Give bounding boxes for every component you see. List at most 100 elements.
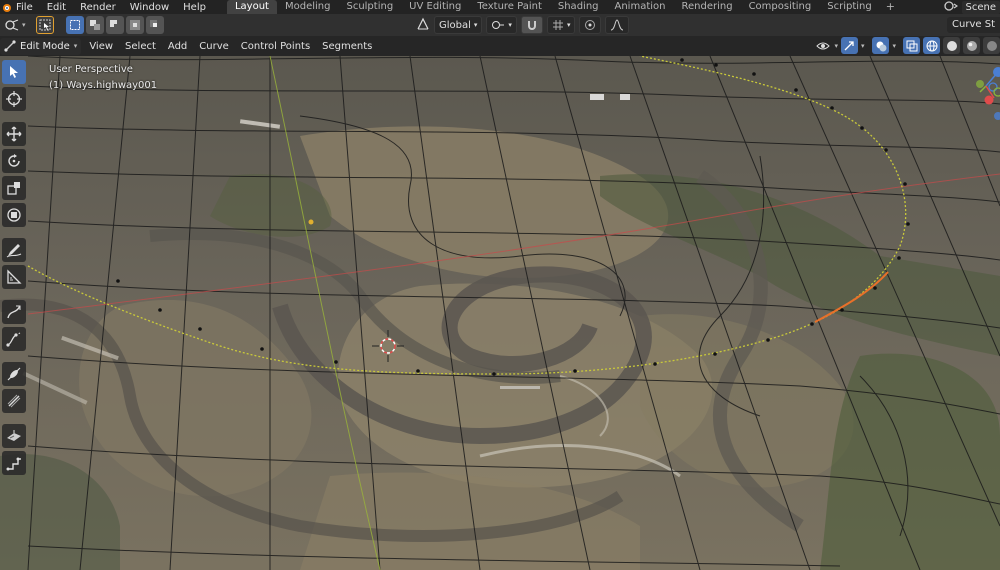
3d-viewport[interactable]: User Perspective (1) Ways.highway001	[0, 56, 1000, 570]
menu-segments[interactable]: Segments	[316, 41, 378, 52]
scale-tool[interactable]	[2, 176, 26, 200]
cursor-icon	[10, 66, 18, 78]
select-mode-intersect-button[interactable]	[145, 16, 164, 34]
gizmo-neg-z-axis-icon	[988, 82, 998, 92]
menu-add[interactable]: Add	[162, 41, 193, 52]
chevron-down-icon: ▾	[473, 21, 478, 29]
viewport-header: Edit Mode ▾ View Select Add Curve Contro…	[0, 36, 1000, 56]
snap-toggle[interactable]	[520, 16, 543, 34]
gizmo-toggle-button[interactable]	[840, 37, 858, 54]
select-mode-extend-button[interactable]	[85, 16, 104, 34]
xray-toggle-button[interactable]	[903, 37, 920, 54]
eye-icon	[816, 42, 830, 49]
curve-origin-point	[308, 219, 314, 225]
pivot-icon	[492, 21, 505, 29]
cursor-tool[interactable]	[2, 87, 26, 111]
navigation-gizmo[interactable]	[960, 56, 1000, 146]
perspective-label: User Perspective	[49, 64, 133, 75]
scene-selector[interactable]: Scene	[961, 0, 1000, 14]
tab-scripting[interactable]: Scripting	[819, 0, 879, 14]
chevron-down-icon: ▾	[508, 21, 512, 29]
crosshair-icon	[6, 91, 22, 107]
wireframe-sphere-icon	[926, 40, 937, 51]
tab-sculpting[interactable]: Sculpting	[338, 0, 401, 14]
menu-edit[interactable]: Edit	[40, 2, 73, 13]
material-sphere-icon	[966, 40, 977, 51]
select-box-tool[interactable]	[2, 60, 26, 84]
select-mode-new-button[interactable]	[65, 16, 84, 34]
chevron-down-icon[interactable]: ▾	[861, 42, 865, 50]
extrude-tool[interactable]	[2, 327, 26, 351]
pencil-icon	[6, 244, 22, 258]
select-mode-invert-button[interactable]	[125, 16, 144, 34]
menu-curve[interactable]: Curve	[193, 41, 235, 52]
menu-control-points[interactable]: Control Points	[235, 41, 316, 52]
transform-orientation-group: Global ▾ ▾ ▾	[416, 16, 630, 34]
move-tool[interactable]	[2, 122, 26, 146]
proportional-edit-icon	[585, 20, 596, 30]
gizmo-neg-x-axis-icon	[994, 112, 1000, 120]
snap-element-dropdown[interactable]: ▾	[546, 16, 576, 34]
tab-uv-editing[interactable]: UV Editing	[401, 0, 469, 14]
shear-icon	[6, 457, 21, 471]
menu-view[interactable]: View	[83, 41, 119, 52]
transform-icon	[7, 208, 21, 222]
measure-tool[interactable]	[2, 265, 26, 289]
tab-shading[interactable]: Shading	[550, 0, 607, 14]
editor-type-icon[interactable]: ▾	[4, 18, 26, 32]
tab-animation[interactable]: Animation	[607, 0, 674, 14]
orientation-value: Global	[439, 19, 471, 31]
radius-tool[interactable]	[2, 362, 26, 386]
proportional-falloff-dropdown[interactable]	[605, 16, 630, 34]
menu-window[interactable]: Window	[123, 2, 176, 13]
blender-logo-icon[interactable]	[0, 0, 14, 14]
chevron-down-icon[interactable]: ▾	[834, 42, 838, 50]
menu-render[interactable]: Render	[73, 2, 123, 13]
menu-help[interactable]: Help	[176, 2, 213, 13]
rotate-icon	[8, 154, 20, 167]
proportional-edit-toggle[interactable]	[579, 16, 602, 34]
top-bar: File Edit Render Window Help Layout Mode…	[0, 0, 1000, 14]
shading-wireframe-button[interactable]	[923, 37, 940, 54]
annotate-tool[interactable]	[2, 238, 26, 262]
tab-modeling[interactable]: Modeling	[277, 0, 339, 14]
pivot-point-dropdown[interactable]: ▾	[486, 16, 517, 34]
menu-select[interactable]: Select	[119, 41, 162, 52]
shading-rendered-button[interactable]	[983, 37, 1000, 54]
shading-material-button[interactable]	[963, 37, 980, 54]
orientation-icon	[416, 17, 430, 34]
overlays-icon	[876, 41, 887, 51]
tab-compositing[interactable]: Compositing	[741, 0, 820, 14]
tab-layout[interactable]: Layout	[226, 0, 277, 14]
select-mode-subtract-button[interactable]	[105, 16, 124, 34]
visibility-selectability-button[interactable]	[814, 37, 831, 54]
tilt-tool[interactable]	[2, 389, 26, 413]
add-workspace-button[interactable]: +	[880, 0, 901, 14]
shear-tool[interactable]	[2, 451, 26, 475]
move-icon	[6, 126, 22, 142]
draw-tool[interactable]	[2, 300, 26, 324]
curve-stroke-panel-tab[interactable]: Curve St	[947, 17, 1000, 33]
tool-settings-header: ▾ Global ▾ ▾ ▾ Curve St	[0, 14, 1000, 36]
overlays-toggle-button[interactable]	[872, 37, 890, 54]
toolbar	[0, 60, 28, 475]
draw-curve-icon	[7, 305, 21, 319]
chevron-down-icon[interactable]: ▾	[892, 42, 896, 50]
active-object-label: (1) Ways.highway001	[49, 80, 158, 91]
tab-texture-paint[interactable]: Texture Paint	[469, 0, 550, 14]
mode-dropdown[interactable]: Edit Mode ▾	[0, 37, 82, 55]
menu-file[interactable]: File	[14, 2, 40, 13]
rotate-tool[interactable]	[2, 149, 26, 173]
chevron-down-icon: ▾	[566, 21, 571, 29]
tilt-icon	[7, 394, 21, 408]
scene-icon[interactable]	[943, 0, 958, 15]
gizmo-x-axis-icon	[984, 95, 994, 105]
tab-rendering[interactable]: Rendering	[673, 0, 740, 14]
viewport-scene	[0, 56, 1000, 570]
extrude-icon	[6, 332, 21, 347]
randomize-tool[interactable]	[2, 424, 26, 448]
shading-solid-button[interactable]	[943, 37, 960, 54]
transform-tool[interactable]	[2, 203, 26, 227]
orientation-dropdown[interactable]: Global ▾	[434, 16, 483, 34]
active-tool-button[interactable]	[35, 16, 54, 34]
